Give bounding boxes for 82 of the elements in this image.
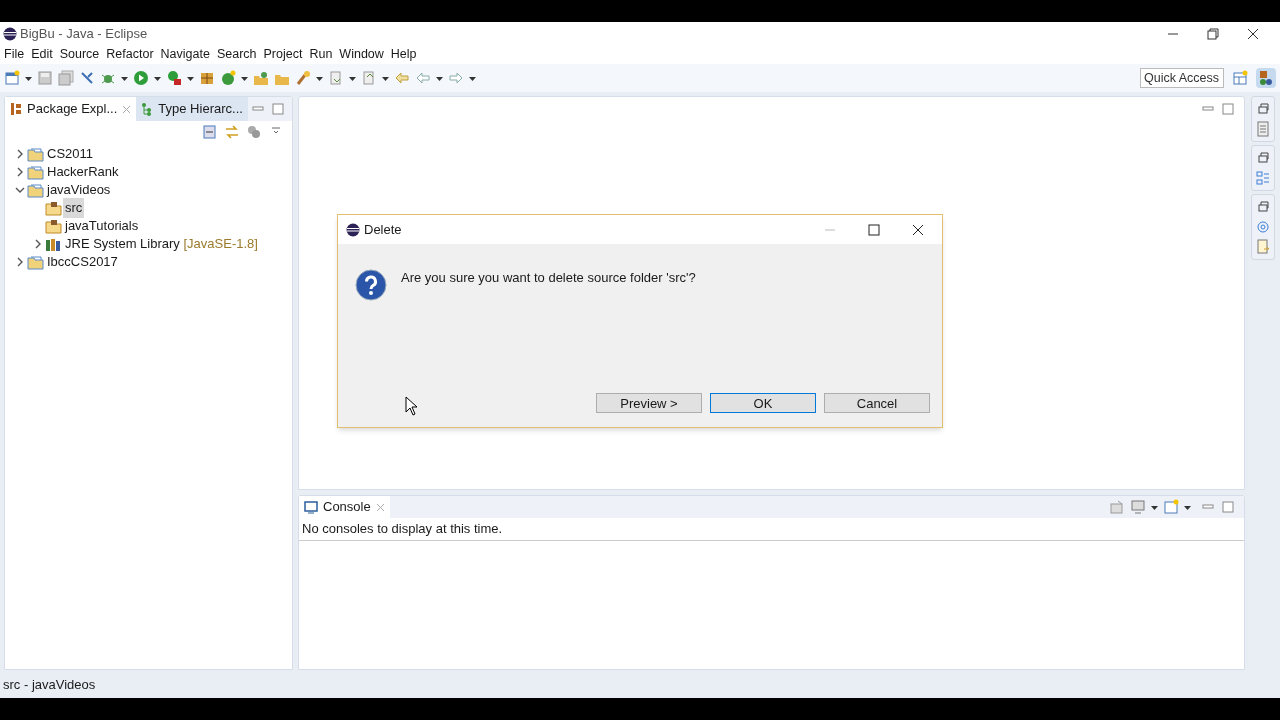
- previous-annotation-icon[interactable]: [361, 70, 377, 86]
- run-icon[interactable]: [133, 70, 149, 86]
- dialog-button[interactable]: OK: [710, 393, 816, 413]
- save-all-icon[interactable]: [58, 70, 74, 86]
- java-perspective-icon[interactable]: [1256, 68, 1276, 88]
- tab-label: Type Hierarc...: [158, 100, 243, 119]
- tree-item[interactable]: src: [63, 198, 85, 218]
- close-icon[interactable]: [912, 223, 924, 236]
- outline-icon[interactable]: [1256, 170, 1270, 186]
- task-list-icon[interactable]: [1256, 121, 1270, 137]
- view-tab[interactable]: Package Expl...: [5, 97, 137, 121]
- tab-label: Console: [323, 498, 371, 517]
- last-edit-icon[interactable]: [394, 70, 410, 86]
- console-tab[interactable]: Console: [299, 496, 390, 518]
- minimize-icon[interactable]: [1202, 104, 1214, 114]
- restore-icon[interactable]: [1207, 27, 1219, 40]
- dialog-button[interactable]: Cancel: [824, 393, 930, 413]
- package-icon[interactable]: [199, 70, 215, 86]
- class-icon[interactable]: [220, 70, 236, 86]
- save-icon[interactable]: [37, 70, 53, 86]
- open-perspective-icon[interactable]: [1232, 70, 1248, 86]
- menu-item[interactable]: Edit: [31, 45, 53, 64]
- dialog-title: Delete: [364, 220, 402, 239]
- menu-item[interactable]: Run: [309, 45, 333, 64]
- package-explorer-icon: [10, 102, 22, 116]
- display-console-icon[interactable]: [1130, 499, 1146, 515]
- tree-item[interactable]: IbccCS2017: [45, 252, 120, 272]
- menu-item[interactable]: File: [4, 45, 25, 64]
- question-icon: [355, 269, 387, 301]
- quick-access-field[interactable]: Quick Access: [1140, 68, 1224, 88]
- tree-item[interactable]: JRE System Library [JavaSE-1.8]: [63, 234, 260, 254]
- next-annotation-icon[interactable]: [328, 70, 344, 86]
- close-icon[interactable]: [1247, 27, 1259, 40]
- minimize-icon[interactable]: [252, 104, 264, 114]
- view-tab[interactable]: Type Hierarc...: [136, 97, 248, 121]
- console-message: No consoles to display at this time.: [299, 518, 1244, 541]
- search-icon[interactable]: [295, 70, 311, 86]
- menu-item[interactable]: Project: [263, 45, 303, 64]
- new-file-icon[interactable]: [4, 70, 20, 86]
- eclipse-logo-icon: [346, 222, 360, 237]
- status-text: src - javaVideos: [3, 676, 96, 695]
- menu-item[interactable]: Refactor: [106, 45, 154, 64]
- restore-icon[interactable]: [1257, 199, 1269, 215]
- open-console-icon[interactable]: [1163, 499, 1179, 515]
- restore-icon[interactable]: [1257, 101, 1269, 117]
- tree-item[interactable]: HackerRank: [45, 162, 121, 182]
- hierarchy-icon: [141, 102, 154, 116]
- run-tool-icon[interactable]: [166, 70, 182, 86]
- filter-icon[interactable]: [246, 124, 262, 140]
- project-folder-icon: [27, 164, 44, 180]
- restore-icon[interactable]: [1257, 150, 1269, 166]
- eclipse-logo-icon: [3, 26, 17, 41]
- menu-item[interactable]: Help: [390, 45, 417, 64]
- minimize-icon[interactable]: [1202, 502, 1214, 512]
- pin-console-icon[interactable]: [1109, 499, 1125, 515]
- menu-item[interactable]: Navigate: [160, 45, 210, 64]
- tree-item[interactable]: javaTutorials: [63, 216, 141, 236]
- console-icon: [304, 500, 318, 514]
- back-icon[interactable]: [415, 70, 431, 86]
- project-folder-icon: [27, 146, 44, 162]
- tab-label: Package Expl...: [27, 100, 118, 119]
- tree-item[interactable]: CS2011: [45, 144, 95, 164]
- project-folder-icon: [27, 182, 44, 198]
- link-editor-icon[interactable]: [224, 124, 240, 140]
- skip-breakpoints-icon[interactable]: [79, 70, 95, 86]
- maximize-icon[interactable]: [868, 223, 880, 236]
- collapse-all-icon[interactable]: [202, 124, 218, 140]
- library-icon: [45, 236, 62, 252]
- package-folder-icon: [45, 200, 62, 216]
- tree-item[interactable]: javaVideos: [45, 180, 113, 200]
- package-folder-icon: [45, 218, 62, 234]
- menu-item[interactable]: Window: [339, 45, 384, 64]
- forward-icon[interactable]: [448, 70, 464, 86]
- menu-item[interactable]: Search: [216, 45, 257, 64]
- project-folder-icon: [27, 254, 44, 270]
- window-title: BigBu - Java - Eclipse: [20, 24, 148, 43]
- open-type-icon[interactable]: [253, 70, 269, 86]
- declaration-icon[interactable]: [1256, 239, 1270, 255]
- dialog-message: Are you sure you want to delete source folder 'src'?: [401, 269, 696, 288]
- dialog-button[interactable]: Preview >: [596, 393, 702, 413]
- menu-item[interactable]: Source: [59, 45, 100, 64]
- mouse-cursor-icon: [405, 396, 418, 416]
